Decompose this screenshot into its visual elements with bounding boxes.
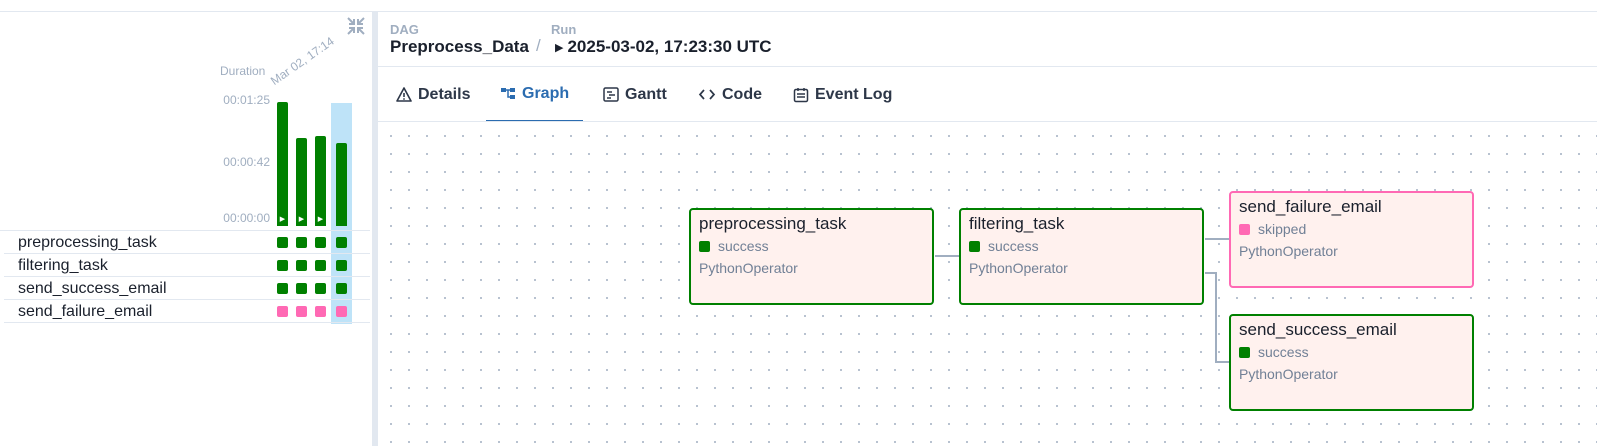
duration-label: Duration [220,64,266,78]
node-name: send_failure_email [1239,197,1382,216]
tab-code[interactable]: Code [698,67,762,122]
main-panel: DAG Preprocess_Data / Run ▶ 2025-03-02, … [378,12,1597,446]
tab-event-log-label: Event Log [815,85,893,103]
node-state-label: skipped [1258,221,1307,237]
play-icon: ▶ [555,41,564,54]
state-success-icon [1239,346,1250,358]
task-instance-success[interactable] [336,260,347,271]
tab-gantt[interactable]: Gantt [603,67,667,122]
breadcrumb-run-label: Run [551,22,577,37]
node-operator: PythonOperator [699,260,798,276]
task-instance-success[interactable] [315,283,326,294]
state-success-icon [699,240,710,252]
node-operator: PythonOperator [969,260,1068,276]
play-icon: ▶ [279,216,286,223]
edge-filtering-to-success [1205,272,1230,363]
state-skipped-icon [1239,223,1250,235]
tab-details[interactable]: Details [394,67,472,122]
task-instance-skipped[interactable] [315,306,326,317]
grid-panel: Duration Mar 02, 17:14 00:01:25 00:00:42… [0,12,372,446]
tick-label-mid: 00:00:42 [223,155,270,169]
task-row[interactable]: send_success_email [4,277,370,300]
node-state-label: success [988,238,1039,254]
calendar-icon [793,87,809,103]
task-row[interactable]: preprocessing_task [4,231,370,254]
play-icon: ▶ [317,216,324,223]
graph-node-send-success-email[interactable]: send_success_email success PythonOperato… [1229,314,1474,411]
tab-code-label: Code [722,85,762,103]
tab-gantt-label: Gantt [625,85,667,103]
breadcrumb-dag-link[interactable]: Preprocess_Data [390,37,529,57]
task-instance-success[interactable] [315,237,326,248]
task-instance-skipped[interactable] [296,306,307,317]
tick-label-max: 00:01:25 [223,93,270,107]
airflow-dag-view: Duration Mar 02, 17:14 00:01:25 00:00:42… [0,0,1597,446]
breadcrumb-run-link[interactable]: ▶ 2025-03-02, 17:23:30 UTC [555,37,772,57]
node-operator: PythonOperator [1239,243,1338,259]
breadcrumb-dag-label: DAG [390,22,419,37]
task-row[interactable]: send_failure_email [4,300,370,323]
task-instance-success[interactable] [296,260,307,271]
task-instance-success[interactable] [277,260,288,271]
graph-icon [500,86,516,101]
task-instance-skipped[interactable] [277,306,288,317]
task-instance-success[interactable] [336,237,347,248]
task-instance-success[interactable] [277,283,288,294]
run-date-label: Mar 02, 17:14 [267,34,337,88]
breadcrumb-separator: / [536,36,541,55]
play-icon: ▶ [298,216,305,223]
task-name: send_success_email [18,280,167,297]
tab-graph-label: Graph [522,84,570,102]
gantt-icon [603,87,619,102]
task-instance-success[interactable] [296,283,307,294]
code-icon [698,87,716,102]
node-state: success [699,238,769,254]
node-state-label: success [718,238,769,254]
task-instance-success[interactable] [315,260,326,271]
task-name: send_failure_email [18,303,153,320]
task-instance-skipped[interactable] [336,306,347,317]
tab-bar: Details Graph Gantt Code Event Log [378,67,1597,122]
tab-event-log[interactable]: Event Log [793,67,892,122]
duration-bar[interactable] [277,102,288,226]
graph-canvas[interactable]: preprocessing_task success PythonOperato… [378,123,1597,446]
node-state: success [969,238,1039,254]
graph-node-filtering-task[interactable]: filtering_task success PythonOperator [959,208,1204,305]
tab-graph[interactable]: Graph [486,67,584,122]
task-name: preprocessing_task [18,234,157,251]
node-name: send_success_email [1239,320,1397,339]
warning-icon [396,87,412,102]
graph-node-preprocessing-task[interactable]: preprocessing_task success PythonOperato… [689,208,934,305]
state-success-icon [969,240,980,252]
node-name: filtering_task [969,214,1065,233]
tab-divider [378,121,1597,122]
collapse-icon[interactable] [346,16,366,36]
task-name: filtering_task [18,257,108,274]
node-state: skipped [1239,221,1306,237]
task-instance-success[interactable] [296,237,307,248]
duration-bar[interactable] [336,143,347,226]
node-state-label: success [1258,344,1309,360]
tab-details-label: Details [418,85,471,103]
node-state: success [1239,344,1309,360]
breadcrumb-run-value: 2025-03-02, 17:23:30 UTC [567,37,772,56]
node-name: preprocessing_task [699,214,847,233]
node-operator: PythonOperator [1239,366,1338,382]
task-instance-success[interactable] [277,237,288,248]
task-row[interactable]: filtering_task [4,254,370,277]
task-instance-success[interactable] [336,283,347,294]
graph-node-send-failure-email[interactable]: send_failure_email skipped PythonOperato… [1229,191,1474,288]
tick-label-zero: 00:00:00 [223,211,270,225]
